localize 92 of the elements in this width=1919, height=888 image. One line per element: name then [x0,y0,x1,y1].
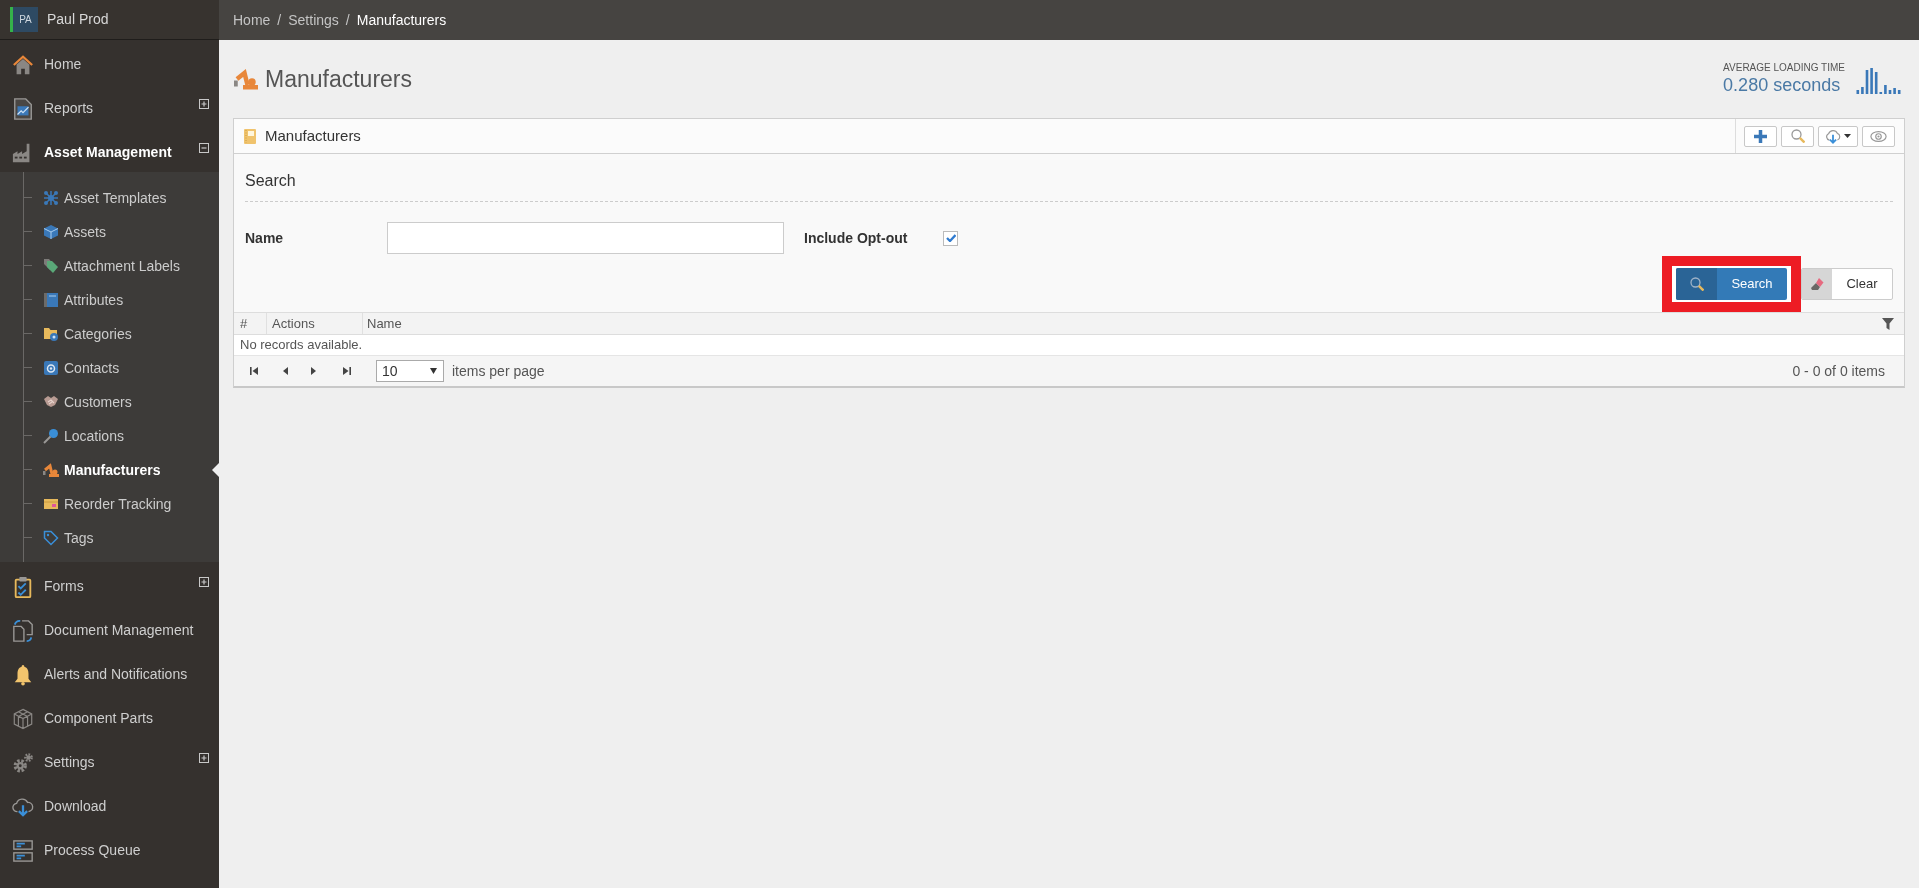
package-icon [43,496,59,512]
sidebar-item[interactable]: Component Parts [0,694,219,738]
submenu-item[interactable]: Categories [0,316,219,350]
sidebar-item[interactable]: Reports [0,84,219,128]
user-name: Paul Prod [47,10,109,29]
checkmark-icon [945,234,956,242]
search-toggle-button[interactable] [1781,125,1814,147]
column-header[interactable]: Actions [267,313,363,334]
search-icon [1790,129,1805,143]
eye-icon [1870,130,1887,142]
breadcrumb-current[interactable]: Manufacturers [356,9,447,31]
folder-icon [43,326,59,342]
sidebar-item[interactable]: Process Queue [0,826,219,870]
documents-sync-icon [12,619,34,642]
column-header[interactable]: Name [363,313,1882,334]
submenu-item[interactable]: Reorder Tracking [0,486,219,520]
breadcrumb-link[interactable]: Settings [288,9,339,31]
cube-icon [12,707,34,730]
column-header[interactable]: # [234,313,267,334]
search-icon [1689,277,1704,291]
skip-start-icon[interactable] [250,367,258,375]
tag-icon [43,530,59,546]
clear-button[interactable]: Clear [1801,268,1893,300]
sidebar-item[interactable]: Download [0,782,219,826]
list-icon [12,839,34,862]
breadcrumb-separator: / [277,10,282,30]
filter-icon[interactable] [1882,317,1894,330]
cloud-download-icon [1825,128,1841,144]
cloud-download-icon [12,795,34,818]
loading-time-value: 0.280 seconds [1723,74,1842,96]
submenu-item[interactable]: Manufacturers [0,452,219,486]
handshake-icon [43,394,59,410]
notebook-icon [244,128,256,144]
sidebar-item[interactable]: Home [0,40,219,84]
robot-arm-icon [234,67,258,91]
bell-icon [12,663,34,686]
tags-icon [43,258,59,274]
page-size-select[interactable]: 10 [376,360,444,382]
pager-summary: 0 - 0 of 0 items [1792,361,1885,381]
chart-document-icon [12,97,34,120]
book-icon [43,292,59,308]
gears-icon [12,751,34,774]
submenu-item[interactable]: Customers [0,384,219,418]
page-title: Manufacturers [265,64,412,94]
sidebar-item[interactable]: Asset Management [0,128,219,172]
user-avatar: PA [10,7,38,32]
page-size-label: items per page [452,361,545,381]
empty-message: No records available. [240,336,363,355]
caret-icon [1844,134,1851,138]
view-button[interactable] [1862,125,1895,147]
network-icon [43,190,59,206]
sidebar-item[interactable]: Settings [0,738,219,782]
pin-icon [43,428,59,444]
sidebar-item[interactable]: Alerts and Notifications [0,650,219,694]
collapse-icon[interactable] [199,142,209,153]
loading-time-sparkline [1855,68,1902,94]
active-pointer-icon [212,463,219,477]
caret-icon [430,368,437,374]
sidebar-item[interactable]: Document Management [0,606,219,650]
submenu-item[interactable]: Assets [0,214,219,248]
contact-card-icon [43,360,59,376]
export-button[interactable] [1818,125,1858,147]
eraser-icon [1810,277,1824,291]
checkbox[interactable] [943,230,958,246]
expand-icon[interactable] [199,576,209,587]
left-triangle-icon[interactable] [283,367,288,375]
submenu-item[interactable]: Tags [0,520,219,554]
panel-title: Manufacturers [265,125,361,146]
expand-icon[interactable] [199,98,209,109]
sidebar-item[interactable]: Forms [0,562,219,606]
name-input[interactable] [387,222,784,254]
submenu-item[interactable]: Attachment Labels [0,248,219,282]
cube-icon [43,224,59,240]
right-triangle-icon[interactable] [311,367,316,375]
search-button[interactable]: Search [1676,268,1787,300]
submenu-item[interactable]: Asset Templates [0,180,219,214]
plus-icon [1754,129,1767,143]
clipboard-icon [12,575,34,598]
robot-arm-icon [43,462,59,478]
search-heading: Search [245,171,297,191]
submenu-item[interactable]: Attributes [0,282,219,316]
loading-time-label: AVERAGE LOADING TIME [1723,62,1845,74]
submenu-item[interactable]: Locations [0,418,219,452]
skip-end-icon[interactable] [343,367,351,375]
breadcrumb-separator: / [345,10,350,30]
add-button[interactable] [1744,125,1777,147]
field-label: Include Opt-out [804,228,909,248]
breadcrumb-link[interactable]: Home [233,9,271,31]
expand-icon[interactable] [199,752,209,763]
house-icon [12,53,34,76]
field-label: Name [245,228,285,248]
submenu-item[interactable]: Contacts [0,350,219,384]
